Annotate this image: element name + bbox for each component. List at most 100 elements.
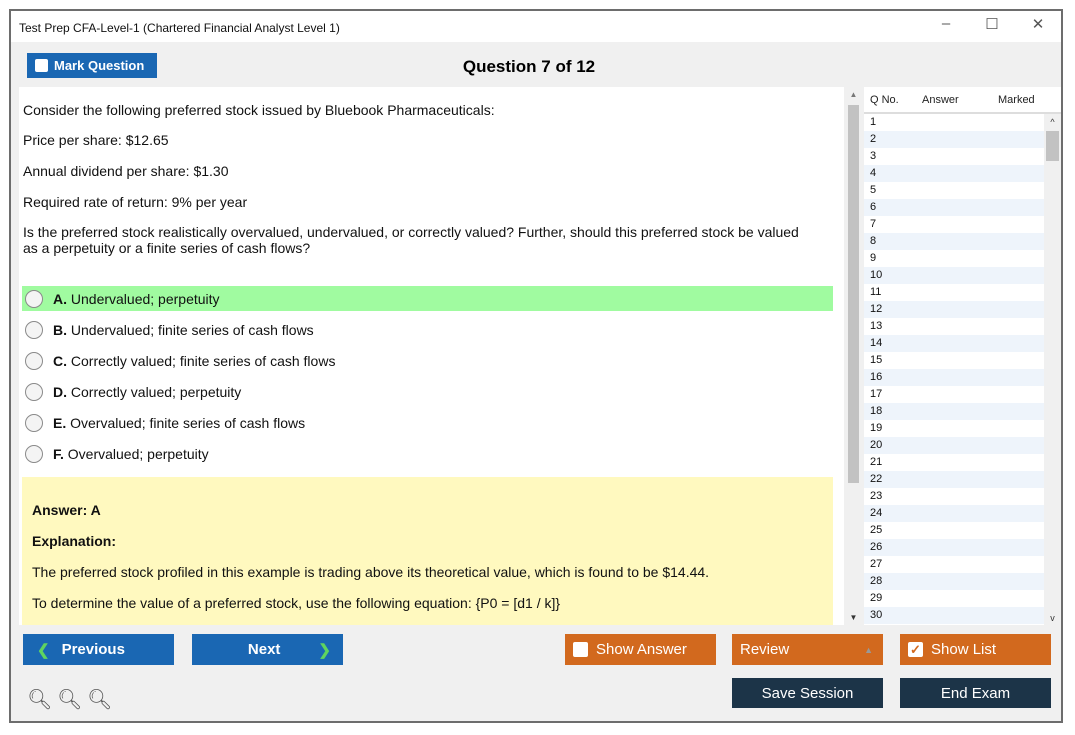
list-row[interactable]: 11 — [864, 284, 1044, 301]
answer-box: Answer: A Explanation: The preferred sto… — [22, 477, 833, 625]
list-row[interactable]: 14 — [864, 335, 1044, 352]
list-row[interactable]: 8 — [864, 233, 1044, 250]
scroll-up-icon[interactable]: ▲ — [845, 90, 862, 99]
explanation-label: Explanation: — [32, 533, 117, 549]
explanation-text: The preferred stock profiled in this exa… — [32, 564, 710, 580]
zoom-out-icon[interactable]: 🔍︎ — [87, 687, 112, 712]
list-row[interactable]: 23 — [864, 488, 1044, 505]
chevron-right-icon: ❯ — [318, 641, 331, 659]
minimize-button[interactable]: – — [931, 15, 961, 32]
list-row[interactable]: 18 — [864, 403, 1044, 420]
list-row[interactable]: 24 — [864, 505, 1044, 522]
next-button[interactable]: Next ❯ — [192, 634, 343, 665]
rate-line: Required rate of return: 9% per year — [23, 194, 248, 210]
review-label: Review — [740, 641, 790, 658]
header-answer: Answer — [922, 93, 959, 106]
option-text: Undervalued; finite series of cash flows — [70, 321, 314, 338]
app-window: Test Prep CFA-Level-1 (Chartered Financi… — [9, 9, 1063, 723]
caret-up-icon: ▲ — [864, 644, 873, 655]
end-exam-button[interactable]: End Exam — [900, 678, 1051, 708]
checkbox-icon — [573, 642, 588, 657]
option-text: Correctly valued; finite series of cash … — [70, 352, 336, 369]
previous-label: Previous — [61, 641, 125, 658]
question-counter: Question 7 of 12 — [462, 57, 596, 76]
option-letter: F. — [53, 445, 64, 462]
show-answer-button[interactable]: Show Answer — [565, 634, 716, 665]
list-scrollbar[interactable]: ^ v — [1044, 114, 1061, 625]
option-text: Undervalued; perpetuity — [70, 290, 220, 307]
show-list-button[interactable]: ✓ Show List — [900, 634, 1051, 665]
question-panel: Consider the following preferred stock i… — [19, 87, 844, 625]
chevron-left-icon: ❮ — [37, 641, 50, 659]
question-scrollbar[interactable]: ▲ ▼ — [845, 87, 862, 625]
list-row[interactable]: 26 — [864, 539, 1044, 556]
scroll-thumb[interactable] — [848, 105, 859, 483]
list-row[interactable]: 21 — [864, 454, 1044, 471]
list-row[interactable]: 28 — [864, 573, 1044, 590]
review-dropdown[interactable]: Review ▲ — [732, 634, 883, 665]
list-row[interactable]: 25 — [864, 522, 1044, 539]
chevron-up-icon[interactable]: ^ — [1044, 117, 1061, 127]
radio-button[interactable] — [25, 289, 43, 308]
radio-button[interactable] — [25, 444, 43, 463]
list-row[interactable]: 10 — [864, 267, 1044, 284]
question-list: Q No. Answer Marked 1 2 3 4 5 6 7 8 9 10 11 12 13 14 1… — [864, 87, 1061, 625]
list-row[interactable]: 30 — [864, 607, 1044, 624]
option-d[interactable]: D. Correctly valued; perpetuity — [22, 379, 833, 404]
option-text: Overvalued; perpetuity — [67, 445, 209, 462]
list-row[interactable]: 6 — [864, 199, 1044, 216]
list-row[interactable]: 12 — [864, 301, 1044, 318]
list-row[interactable]: 7 — [864, 216, 1044, 233]
price-line: Price per share: $12.65 — [23, 132, 169, 148]
list-row[interactable]: 19 — [864, 420, 1044, 437]
zoom-reset-icon[interactable]: 🔍︎ — [57, 687, 82, 712]
list-row[interactable]: 15 — [864, 352, 1044, 369]
close-button[interactable]: ✕ — [1023, 15, 1053, 33]
chevron-down-icon[interactable]: v — [1044, 613, 1061, 623]
list-row[interactable]: 3 — [864, 148, 1044, 165]
list-row[interactable]: 29 — [864, 590, 1044, 607]
option-letter: B. — [53, 321, 67, 338]
list-row[interactable]: 4 — [864, 165, 1044, 182]
radio-button[interactable] — [25, 413, 43, 432]
list-row[interactable]: 13 — [864, 318, 1044, 335]
list-row[interactable]: 27 — [864, 556, 1044, 573]
mark-question-label: Mark Question — [54, 58, 145, 73]
zoom-in-icon[interactable]: 🔍︎ — [27, 687, 52, 712]
option-c[interactable]: C. Correctly valued; finite series of ca… — [22, 348, 833, 373]
maximize-button[interactable]: ☐ — [977, 15, 1007, 33]
option-letter: A. — [53, 290, 67, 307]
dividend-line: Annual dividend per share: $1.30 — [23, 163, 229, 179]
save-session-button[interactable]: Save Session — [732, 678, 883, 708]
explanation-equation: To determine the value of a preferred st… — [32, 595, 561, 611]
checkbox-icon — [35, 59, 48, 72]
list-row[interactable]: 16 — [864, 369, 1044, 386]
list-row[interactable]: 22 — [864, 471, 1044, 488]
radio-button[interactable] — [25, 320, 43, 339]
list-row[interactable]: 20 — [864, 437, 1044, 454]
scroll-down-icon[interactable]: ▼ — [845, 613, 862, 622]
mark-question-button[interactable]: Mark Question — [27, 53, 157, 78]
radio-button[interactable] — [25, 382, 43, 401]
question-stem: Consider the following preferred stock i… — [23, 102, 495, 118]
option-a[interactable]: A. Undervalued; perpetuity — [22, 286, 833, 311]
answer-label: Answer: A — [32, 502, 101, 518]
list-row[interactable]: 9 — [864, 250, 1044, 267]
option-text: Overvalued; finite series of cash flows — [70, 414, 306, 431]
option-letter: D. — [53, 383, 67, 400]
list-row[interactable]: 1 — [864, 114, 1044, 131]
list-row[interactable]: 2 — [864, 131, 1044, 148]
option-e[interactable]: E. Overvalued; finite series of cash flo… — [22, 410, 833, 435]
show-list-label: Show List — [931, 641, 997, 658]
previous-button[interactable]: ❮ Previous — [23, 634, 174, 665]
radio-button[interactable] — [25, 351, 43, 370]
option-b[interactable]: B. Undervalued; finite series of cash fl… — [22, 317, 833, 342]
list-scroll-thumb[interactable] — [1046, 131, 1059, 161]
list-row[interactable]: 17 — [864, 386, 1044, 403]
option-f[interactable]: F. Overvalued; perpetuity — [22, 441, 833, 466]
header-marked: Marked — [998, 93, 1035, 106]
list-row[interactable]: 5 — [864, 182, 1044, 199]
question-prompt: Is the preferred stock realistically ove… — [23, 224, 799, 256]
option-letter: C. — [53, 352, 67, 369]
option-text: Correctly valued; perpetuity — [70, 383, 242, 400]
